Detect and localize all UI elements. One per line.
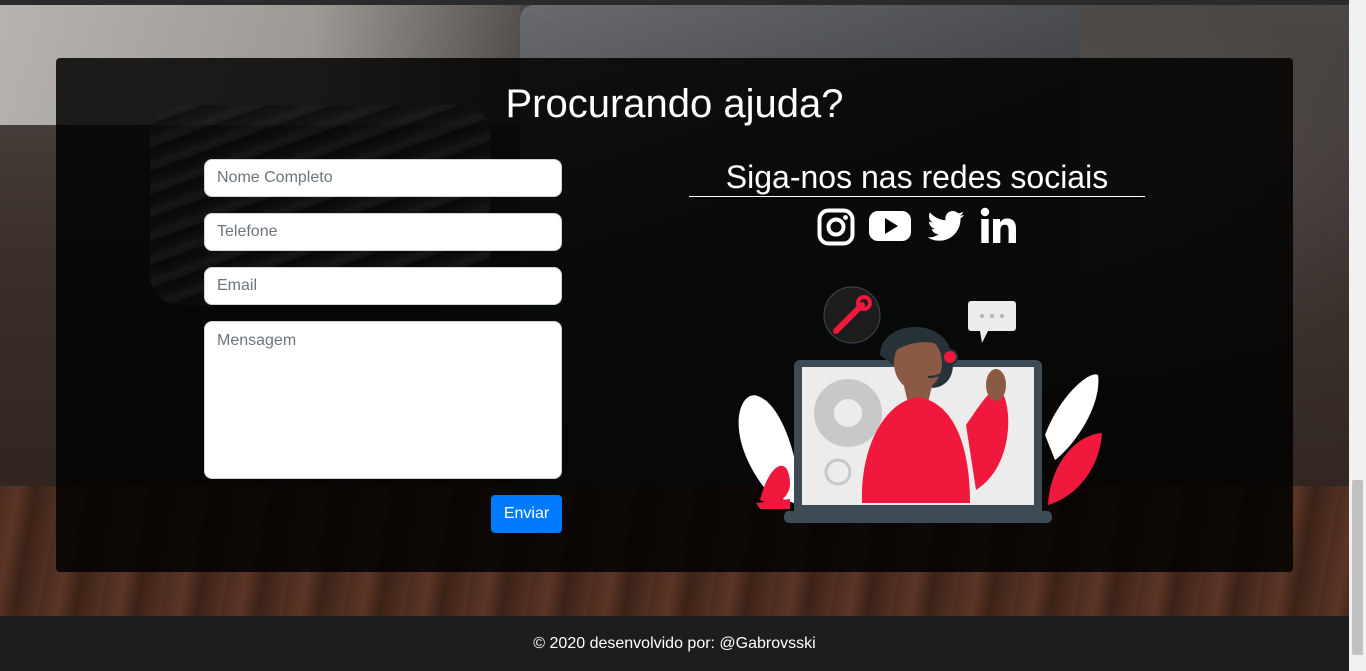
email-input[interactable] — [204, 267, 562, 305]
phone-input[interactable] — [204, 213, 562, 251]
social-title: Siga-nos nas redes sociais — [689, 158, 1145, 197]
message-textarea[interactable] — [204, 321, 562, 479]
footer-credits: © 2020 desenvolvido por: @Gabrovsski — [533, 635, 816, 652]
name-input[interactable] — [204, 159, 562, 197]
youtube-icon[interactable] — [868, 206, 912, 246]
scrollbar-thumb[interactable] — [1352, 480, 1363, 655]
page-scrollbar[interactable] — [1349, 0, 1366, 671]
support-agent-illustration — [738, 286, 1102, 523]
send-button[interactable]: Enviar — [491, 495, 562, 533]
linkedin-icon[interactable] — [980, 206, 1018, 246]
instagram-icon[interactable] — [817, 206, 855, 246]
page-title: Procurando ajuda? — [505, 82, 844, 126]
twitter-icon[interactable] — [925, 206, 967, 246]
